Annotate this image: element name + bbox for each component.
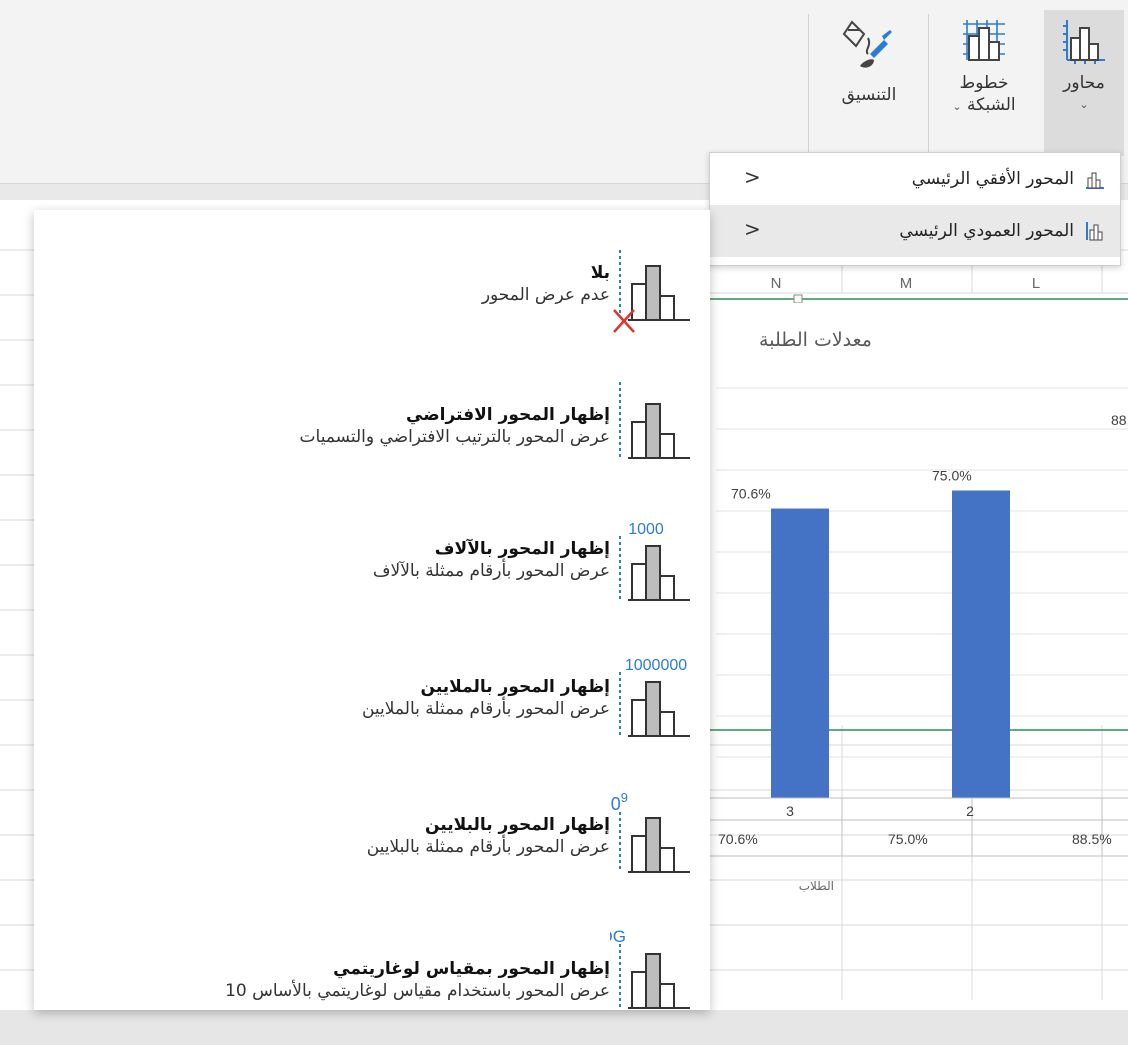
- icon-badge: 1000000: [625, 657, 687, 674]
- ribbon-group-chart-elements: التنسيق خطوط الشبكة ⌄ محاور ⌄: [808, 6, 1128, 162]
- option-title: بلا: [590, 263, 610, 283]
- ribbon-separator: [928, 14, 929, 162]
- column-header: L: [1032, 275, 1040, 292]
- chart-series-label: الطلاب: [799, 879, 834, 893]
- chart-data-label: 70.6%: [731, 486, 771, 502]
- chart-category-label: 3: [786, 803, 794, 819]
- gridlines-icon: [963, 20, 1005, 61]
- column-header: M: [900, 275, 913, 292]
- chart-bar: [952, 490, 1010, 798]
- chevron-left-icon: <: [744, 217, 761, 241]
- ribbon-separator: [808, 14, 809, 162]
- axis-thousands-icon: 1000: [619, 521, 690, 601]
- format-button[interactable]: التنسيق: [816, 10, 922, 156]
- vertical-axis-options-menu: بلا عدم عرض المحور إظهار المحور الافتراض…: [34, 210, 710, 1010]
- icon-badge: 109: [610, 790, 628, 814]
- chart-bar: [771, 508, 829, 798]
- menu-item-label: المحور الأفقي الرئيسي: [911, 169, 1074, 189]
- option-description: عرض المحور بأرقام ممثلة بالملايين: [361, 699, 610, 719]
- menu-item-primary-horizontal[interactable]: المحور الأفقي الرئيسي <: [710, 153, 1120, 205]
- axis-none-icon: [613, 250, 690, 333]
- option-title: إظهار المحور بالبلايين: [425, 815, 610, 835]
- option-logarithmic[interactable]: LOG إظهار المحور بمقياس لوغاريتمي عرض ال…: [34, 922, 710, 1045]
- axis-default-icon: [619, 382, 690, 459]
- chart-resize-handle[interactable]: [793, 294, 803, 304]
- format-label: التنسيق: [841, 85, 897, 105]
- axes-button[interactable]: محاور ⌄: [1044, 10, 1124, 156]
- axes-label: محاور: [1063, 73, 1105, 93]
- option-description: عرض المحور بأرقام ممثلة بالبلايين: [366, 837, 610, 857]
- gridlines-button[interactable]: خطوط الشبكة ⌄: [934, 10, 1034, 156]
- chart-category-label: 2: [966, 803, 974, 819]
- menu-item-label: المحور العمودي الرئيسي: [899, 221, 1074, 241]
- chevron-down-icon: ⌄: [1079, 98, 1089, 111]
- chart-data-label: 88.5%: [1111, 412, 1128, 428]
- option-description: عرض المحور بأرقام ممثلة بالآلاف: [372, 561, 610, 581]
- option-description: عرض المحور بالترتيب الافتراضي والتسميات: [299, 427, 610, 447]
- option-none[interactable]: بلا عدم عرض المحور: [34, 248, 710, 378]
- axis-log-icon: LOG: [610, 927, 690, 1009]
- chevron-down-icon: ⌄: [952, 100, 962, 113]
- gridlines-label-line1: خطوط: [959, 73, 1009, 93]
- option-default[interactable]: إظهار المحور الافتراضي عرض المحور بالترت…: [34, 378, 710, 508]
- chart[interactable]: معدلات الطلبة70.6%75.0%88.5%32170.6%75.0…: [710, 303, 1128, 893]
- option-millions[interactable]: 1000000 إظهار المحور بالملايين عرض المحو…: [34, 650, 710, 780]
- option-billions[interactable]: 109 إظهار المحور بالبلايين عرض المحور بأ…: [34, 786, 710, 916]
- chart-title: معدلات الطلبة: [759, 329, 872, 351]
- excel-window: التنسيق خطوط الشبكة ⌄ محاور ⌄ N M L معدل…: [0, 0, 1128, 1045]
- column-header: N: [771, 275, 782, 292]
- axis-billions-icon: 109: [610, 790, 690, 873]
- icon-badge: 1000: [628, 521, 664, 538]
- chart-table-value: 70.6%: [718, 831, 758, 847]
- chart-data-label: 75.0%: [932, 468, 972, 484]
- option-title: إظهار المحور بمقياس لوغاريتمي: [333, 959, 610, 979]
- chart-table-value: 88.5%: [1072, 831, 1112, 847]
- vertical-axis-icon: [1086, 222, 1103, 241]
- menu-item-primary-vertical[interactable]: المحور العمودي الرئيسي <: [710, 205, 1120, 257]
- gridlines-label-line2: الشبكة: [966, 95, 1016, 115]
- option-thousands[interactable]: 1000 إظهار المحور بالآلاف عرض المحور بأر…: [34, 514, 710, 644]
- horizontal-axis-icon: [1086, 172, 1104, 189]
- axes-icon: [1063, 20, 1105, 64]
- option-description: عدم عرض المحور: [481, 285, 610, 305]
- icon-badge: LOG: [610, 927, 626, 946]
- option-description: عرض المحور باستخدام مقياس لوغاريتمي بالأ…: [225, 981, 610, 1001]
- option-title: إظهار المحور الافتراضي: [406, 405, 610, 425]
- axis-millions-icon: 1000000: [619, 657, 690, 737]
- option-title: إظهار المحور بالآلاف: [434, 539, 610, 559]
- paint-bucket-brush-icon: [842, 20, 892, 68]
- axes-submenu: المحور الأفقي الرئيسي < المحور العمودي ا…: [709, 152, 1121, 266]
- chart-table-value: 75.0%: [888, 831, 928, 847]
- chevron-left-icon: <: [744, 165, 761, 189]
- option-title: إظهار المحور بالملايين: [420, 677, 610, 697]
